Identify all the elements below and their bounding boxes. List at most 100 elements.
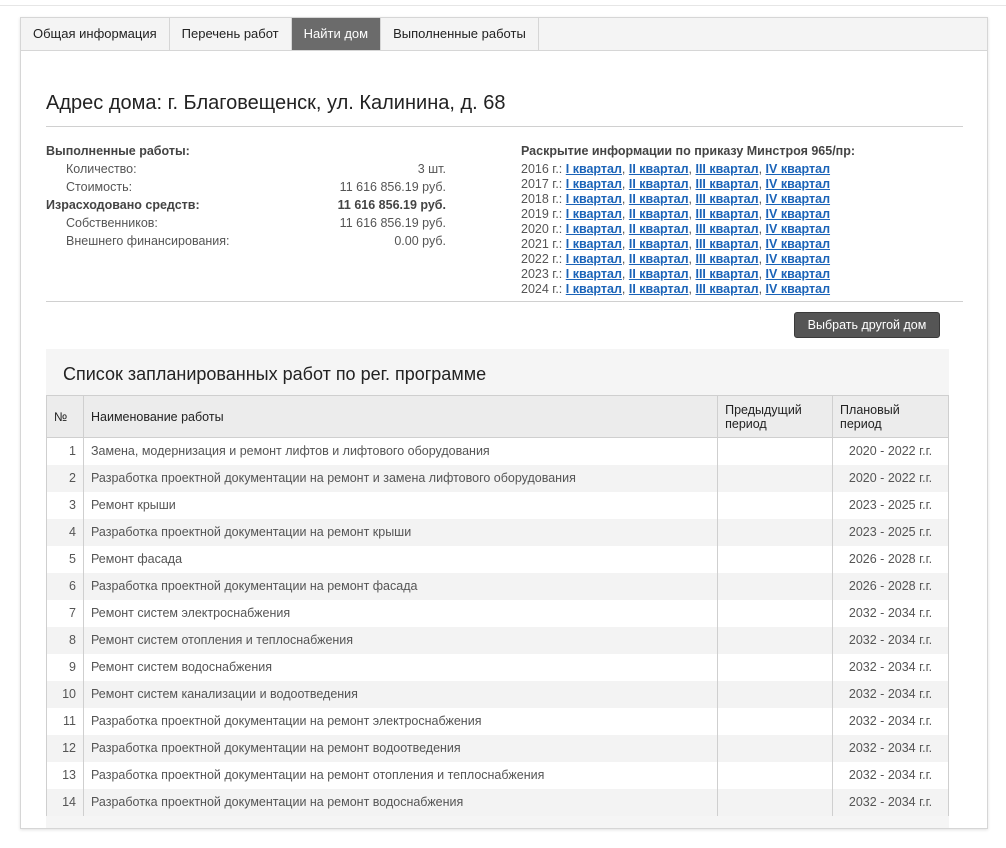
quarter-link[interactable]: II квартал	[629, 252, 689, 266]
quarter-link[interactable]: IV квартал	[766, 162, 831, 176]
quarter-link[interactable]: I квартал	[566, 252, 622, 266]
prev-period	[717, 788, 834, 816]
stat-label: Количество:	[66, 162, 137, 176]
work-name: Ремонт систем электроснабжения	[82, 599, 719, 627]
disclosure-title: Раскрытие информации по приказу Минстроя…	[521, 144, 856, 158]
row-number: 11	[46, 707, 84, 735]
plan-period: 2032 - 2034 г.г.	[832, 680, 949, 708]
quarter-link[interactable]: III квартал	[695, 282, 758, 296]
year-label: 2024 г.:	[521, 282, 563, 296]
quarter-link[interactable]: IV квартал	[766, 237, 831, 251]
stat-spent: Израсходовано средств: 11 616 856.19 руб…	[46, 196, 446, 214]
stat-owners: Собственников: 11 616 856.19 руб.	[46, 214, 446, 232]
stat-label: Собственников:	[66, 216, 158, 230]
quarter-link[interactable]: II квартал	[629, 222, 689, 236]
quarter-link[interactable]: I квартал	[566, 192, 622, 206]
table-body: 1 Замена, модернизация и ремонт лифтов и …	[46, 437, 949, 816]
disclosure-year-row: 2021 г.: I квартал, II квартал, III квар…	[521, 237, 831, 251]
quarter-link[interactable]: IV квартал	[766, 207, 831, 221]
house-content: Адрес дома: г. Благовещенск, ул. Калинин…	[46, 50, 965, 828]
top-divider	[0, 5, 1006, 6]
work-name: Ремонт крыши	[82, 491, 719, 519]
quarter-link[interactable]: III квартал	[695, 192, 758, 206]
quarter-link[interactable]: III квартал	[695, 252, 758, 266]
table-row: 3 Ремонт крыши 2023 - 2025 г.г.	[46, 491, 949, 519]
year-label: 2018 г.:	[521, 192, 563, 206]
quarter-link[interactable]: I квартал	[566, 162, 622, 176]
quarter-link[interactable]: IV квартал	[766, 177, 831, 191]
work-name: Разработка проектной документации на рем…	[82, 572, 719, 600]
prev-period	[717, 734, 834, 762]
quarter-link[interactable]: III квартал	[695, 207, 758, 221]
quarter-link[interactable]: I квартал	[566, 207, 622, 221]
table-row: 12 Разработка проектной документации на р…	[46, 734, 949, 762]
quarter-link[interactable]: III квартал	[695, 177, 758, 191]
quarter-link[interactable]: IV квартал	[766, 282, 831, 296]
plan-period: 2032 - 2034 г.г.	[832, 599, 949, 627]
quarter-link[interactable]: I квартал	[566, 222, 622, 236]
tab-works-list[interactable]: Перечень работ	[170, 18, 292, 50]
row-number: 12	[46, 734, 84, 762]
plan-period: 2032 - 2034 г.г.	[832, 626, 949, 654]
row-number: 14	[46, 788, 84, 816]
work-name: Ремонт систем отопления и теплоснабжения	[82, 626, 719, 654]
quarter-link[interactable]: III квартал	[695, 267, 758, 281]
row-number: 2	[46, 464, 84, 492]
quarter-link[interactable]: IV квартал	[766, 252, 831, 266]
table-row: 10 Ремонт систем канализации и водоотведе…	[46, 680, 949, 708]
quarter-link[interactable]: II квартал	[629, 177, 689, 191]
table-row: 14 Разработка проектной документации на р…	[46, 788, 949, 816]
quarter-link[interactable]: IV квартал	[766, 222, 831, 236]
quarter-link[interactable]: III квартал	[695, 237, 758, 251]
quarter-link[interactable]: I квартал	[566, 177, 622, 191]
quarter-link[interactable]: II квартал	[629, 237, 689, 251]
stat-value: 3 шт.	[417, 162, 446, 176]
work-name: Ремонт систем водоснабжения	[82, 653, 719, 681]
plan-period: 2026 - 2028 г.г.	[832, 545, 949, 573]
row-number: 1	[46, 437, 84, 465]
planned-works-title: Список запланированных работ по рег. про…	[63, 364, 487, 384]
quarter-link[interactable]: II квартал	[629, 192, 689, 206]
prev-period	[717, 545, 834, 573]
row-number: 10	[46, 680, 84, 708]
col-plan-period-header: Плановый период	[832, 395, 949, 438]
tab-find-house[interactable]: Найти дом	[291, 18, 382, 50]
plan-period: 2032 - 2034 г.г.	[832, 761, 949, 789]
choose-other-house-button[interactable]: Выбрать другой дом	[794, 312, 940, 338]
quarter-link[interactable]: II квартал	[629, 267, 689, 281]
year-label: 2022 г.:	[521, 252, 563, 266]
prev-period	[717, 518, 834, 546]
quarter-link[interactable]: II квартал	[629, 162, 689, 176]
planned-works-section: Список запланированных работ по рег. про…	[46, 349, 949, 828]
tab-general-info[interactable]: Общая информация	[21, 18, 170, 50]
work-name: Ремонт систем канализации и водоотведени…	[82, 680, 719, 708]
stat-label: Стоимость:	[66, 180, 133, 194]
disclosure-year-row: 2016 г.: I квартал, II квартал, III квар…	[521, 162, 831, 176]
row-number: 3	[46, 491, 84, 519]
tab-bar: Общая информация Перечень работ Найти до…	[21, 18, 987, 51]
row-number: 6	[46, 572, 84, 600]
tab-completed-works[interactable]: Выполненные работы	[381, 18, 539, 50]
table-header-row: № Наименование работы Предыдущий период …	[46, 395, 949, 438]
quarter-link[interactable]: III квартал	[695, 222, 758, 236]
quarter-link[interactable]: I квартал	[566, 267, 622, 281]
prev-period	[717, 680, 834, 708]
quarter-link[interactable]: IV квартал	[766, 192, 831, 206]
plan-period: 2032 - 2034 г.г.	[832, 788, 949, 816]
year-label: 2019 г.:	[521, 207, 563, 221]
disclosure-year-row: 2017 г.: I квартал, II квартал, III квар…	[521, 177, 831, 191]
quarter-link[interactable]: II квартал	[629, 207, 689, 221]
quarter-link[interactable]: II квартал	[629, 282, 689, 296]
disclosure-years: 2016 г.: I квартал, II квартал, III квар…	[521, 162, 855, 297]
table-row: 9 Ремонт систем водоснабжения 2032 - 2034 …	[46, 653, 949, 681]
completed-works-title: Выполненные работы:	[46, 144, 190, 158]
quarter-link[interactable]: I квартал	[566, 282, 622, 296]
quarter-link[interactable]: III квартал	[695, 162, 758, 176]
quarter-link[interactable]: I квартал	[566, 237, 622, 251]
completed-works-summary: Выполненные работы: Количество: 3 шт. Ст…	[46, 142, 446, 250]
year-label: 2023 г.:	[521, 267, 563, 281]
quarter-link[interactable]: IV квартал	[766, 267, 831, 281]
planned-works-table: № Наименование работы Предыдущий период …	[46, 395, 949, 816]
stat-label: Израсходовано средств:	[46, 198, 200, 212]
plan-period: 2032 - 2034 г.г.	[832, 653, 949, 681]
